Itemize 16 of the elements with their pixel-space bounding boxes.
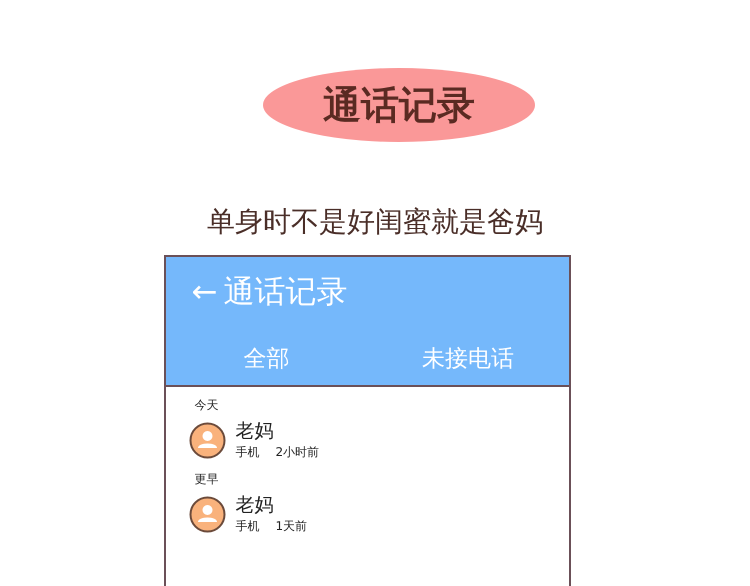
section-heading: 今天: [194, 397, 220, 414]
tab[interactable]: 全部: [166, 339, 367, 378]
call-time: 2小时前: [276, 444, 320, 461]
back-icon[interactable]: ←: [192, 274, 218, 310]
call-type: 手机: [236, 518, 260, 535]
screen-title: 通话记录: [223, 273, 348, 312]
call-type: 手机: [236, 444, 260, 461]
banner-title: 通话记录: [263, 68, 535, 142]
avatar-icon: [188, 422, 226, 459]
avatar-icon: [188, 496, 226, 533]
section-heading: 更早: [194, 471, 220, 488]
tab[interactable]: 未接电话: [367, 339, 568, 378]
call-time: 1天前: [276, 518, 308, 535]
contact-name: 老妈: [236, 420, 274, 442]
caption: 单身时不是好闺蜜就是爸妈: [207, 204, 543, 240]
contact-name: 老妈: [236, 494, 274, 516]
